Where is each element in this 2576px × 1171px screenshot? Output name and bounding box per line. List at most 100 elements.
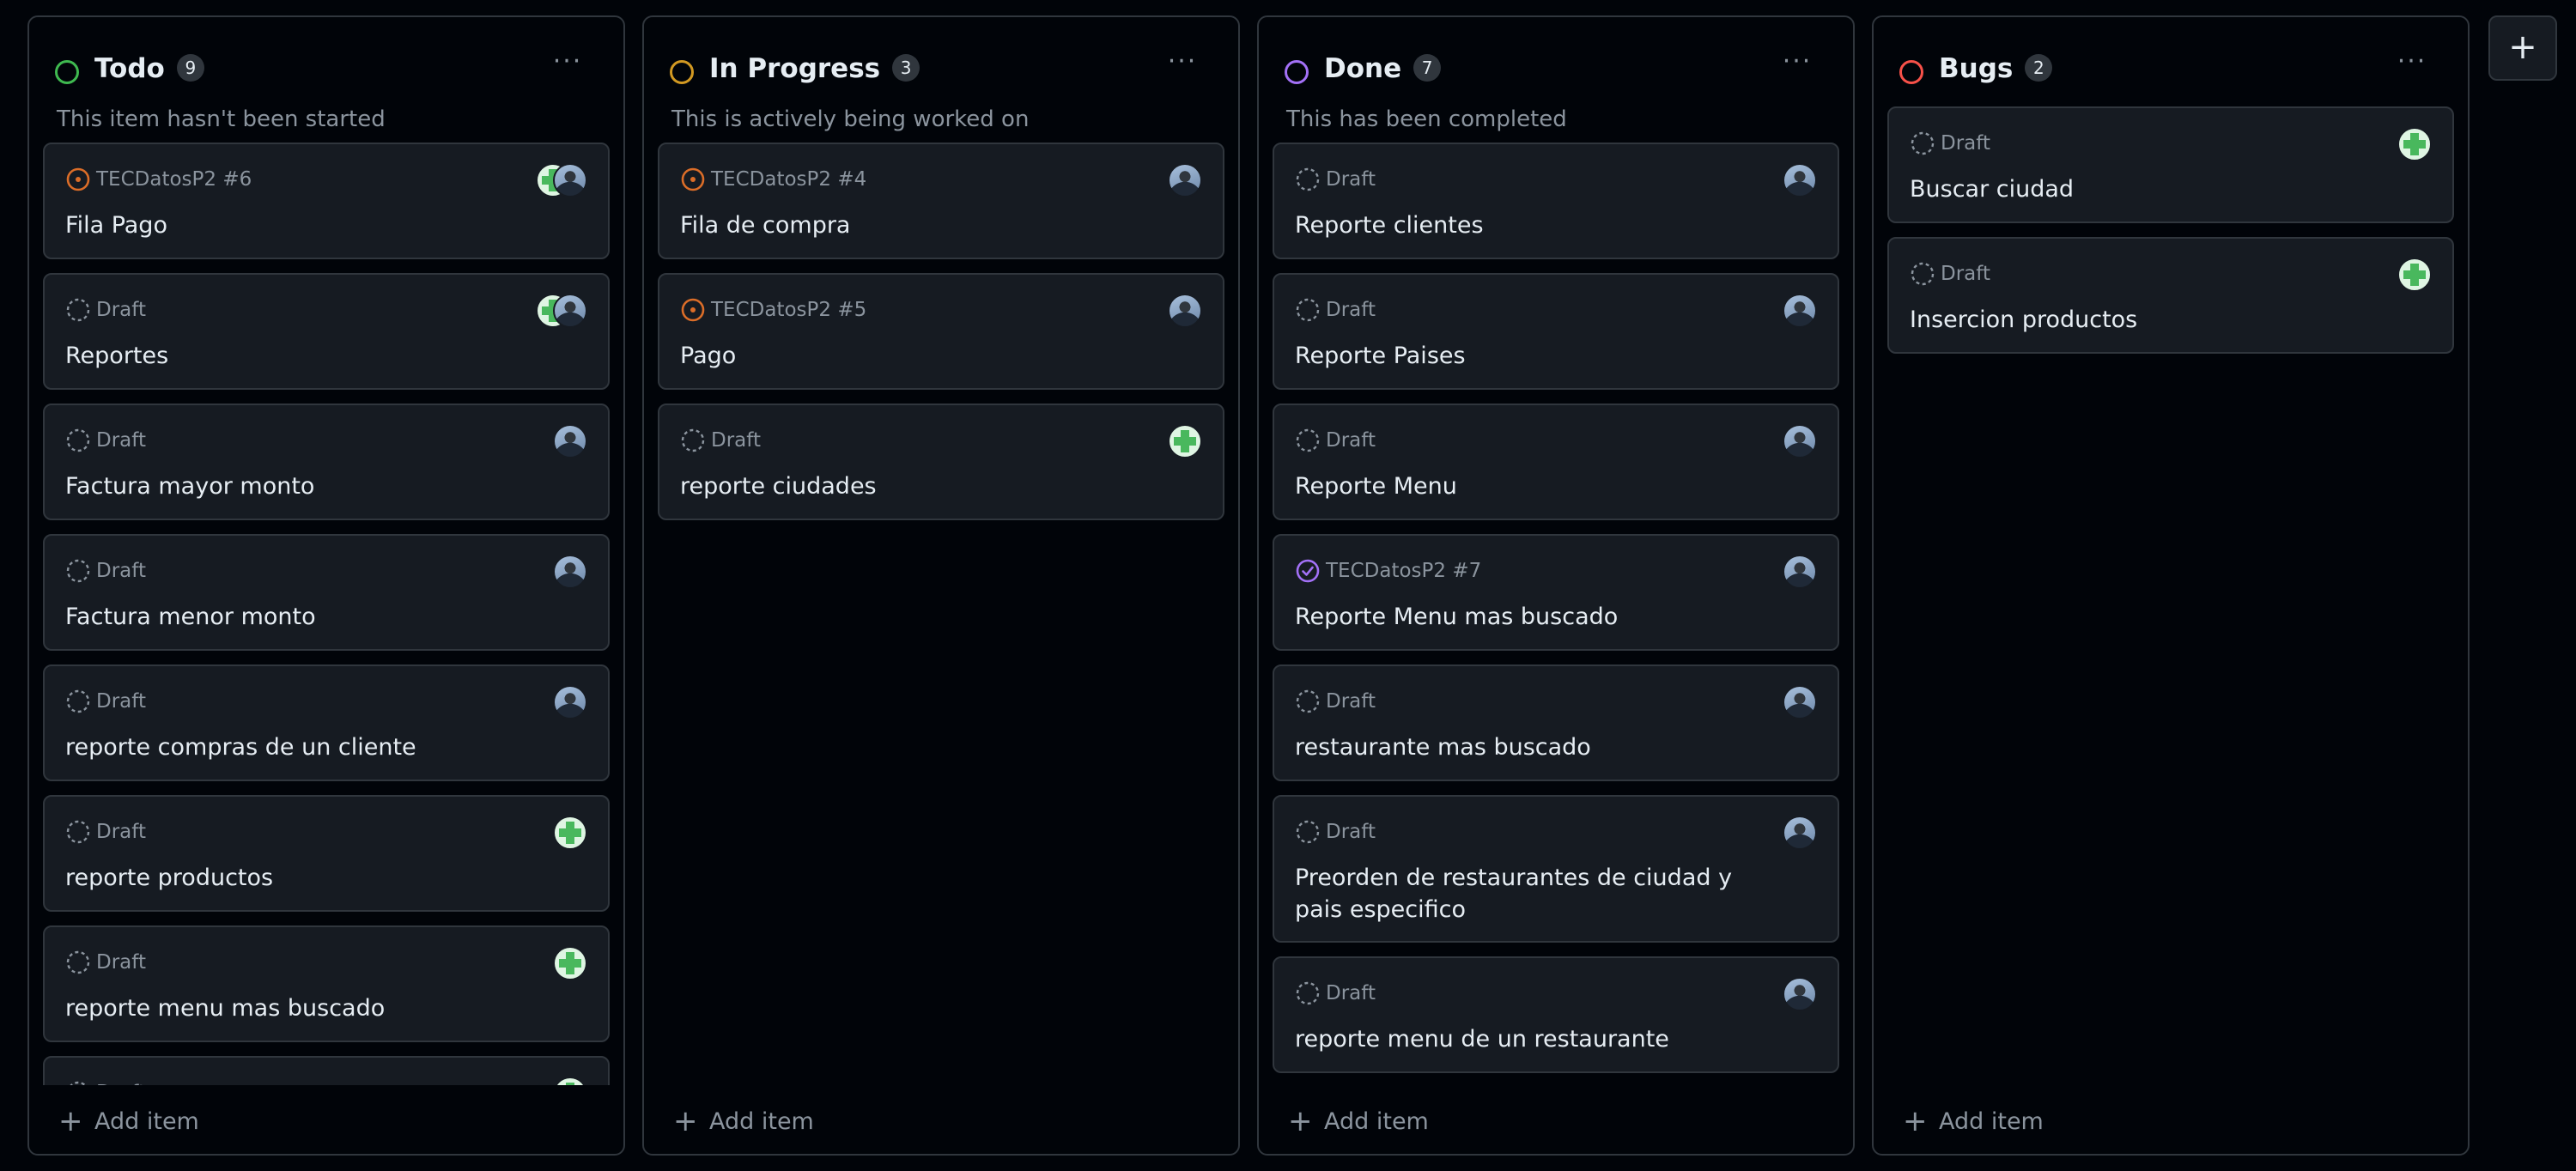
status-circle-icon — [670, 60, 694, 84]
assignees — [2397, 127, 2432, 161]
column-description: This has been completed — [1286, 106, 1567, 132]
project-card[interactable]: Draft Buscar ciudad — [1887, 106, 2454, 223]
column-header: Todo 9 ··· — [55, 41, 598, 110]
project-card[interactable]: Draft reporte productos — [43, 795, 610, 912]
assignees — [553, 424, 587, 458]
draft-icon — [1295, 167, 1321, 192]
draft-icon — [1295, 819, 1321, 845]
column-menu-icon[interactable]: ··· — [546, 49, 589, 84]
plus-icon: + — [673, 1104, 698, 1138]
card-title: Reporte Menu mas buscado — [1295, 604, 1619, 630]
add-item-button[interactable]: + Add item — [1903, 1102, 2044, 1140]
project-card[interactable]: Draft Insercion productos — [1887, 237, 2454, 354]
column-title: In Progress 3 — [709, 53, 920, 84]
card-title: Insercion productos — [1910, 306, 2138, 333]
column-count-badge: 3 — [892, 54, 920, 82]
avatar[interactable] — [1783, 163, 1817, 197]
card-meta: Draft — [1295, 819, 1376, 845]
card-title: reporte menu de un restaurante — [1295, 1026, 1669, 1053]
avatar[interactable] — [553, 555, 587, 589]
avatar-identicon[interactable] — [553, 946, 587, 980]
column-title: Bugs 2 — [1939, 53, 2053, 84]
avatar[interactable] — [1783, 685, 1817, 719]
card-meta: Draft — [65, 819, 146, 845]
draft-icon — [1295, 297, 1321, 323]
column-menu-icon[interactable]: ··· — [1161, 49, 1204, 84]
column-header: In Progress 3 ··· — [670, 41, 1212, 110]
avatar[interactable] — [1783, 816, 1817, 850]
card-list: TECDatosP2 #6 Fila Pago Draft Reportes Draft… — [43, 143, 610, 1085]
project-card[interactable]: Draft Reporte Menu — [1273, 403, 1839, 520]
card-meta: Draft — [1295, 689, 1376, 714]
column-menu-icon[interactable]: ··· — [2391, 49, 2433, 84]
avatar-identicon[interactable] — [553, 816, 587, 850]
draft-icon — [65, 1080, 91, 1085]
avatar[interactable] — [553, 424, 587, 458]
card-meta: Draft — [65, 689, 146, 714]
add-column-button[interactable]: + — [2488, 15, 2557, 81]
project-card[interactable]: Draft restaurante mas buscado — [1273, 664, 1839, 781]
avatar[interactable] — [1783, 977, 1817, 1011]
project-card[interactable]: Draft Reporte clientes — [1273, 143, 1839, 259]
project-card[interactable]: Draft reporte menu mas buscado — [43, 925, 610, 1042]
plus-icon: + — [58, 1104, 83, 1138]
assignees — [1783, 424, 1817, 458]
project-card[interactable]: Draft reporte compras de un cliente — [43, 664, 610, 781]
avatar[interactable] — [1168, 294, 1202, 328]
open-issue-icon — [680, 167, 706, 192]
project-card[interactable]: TECDatosP2 #4 Fila de compra — [658, 143, 1224, 259]
assignees — [1783, 163, 1817, 197]
project-card[interactable]: Draft Factura menor monto — [43, 534, 610, 651]
project-card[interactable]: Draft Factura mayor monto — [43, 403, 610, 520]
draft-icon — [65, 950, 91, 975]
avatar[interactable] — [553, 685, 587, 719]
avatar[interactable] — [553, 163, 587, 197]
column-header: Bugs 2 ··· — [1899, 41, 2442, 110]
card-meta: Draft — [65, 297, 146, 323]
avatar[interactable] — [1783, 294, 1817, 328]
assignees — [1783, 685, 1817, 719]
project-card[interactable]: TECDatosP2 #5 Pago — [658, 273, 1224, 390]
add-item-button[interactable]: + Add item — [1288, 1102, 1429, 1140]
draft-icon — [65, 428, 91, 453]
avatar-identicon[interactable] — [2397, 258, 2432, 292]
column-menu-icon[interactable]: ··· — [1776, 49, 1819, 84]
column-header: Done 7 ··· — [1285, 41, 1827, 110]
project-card[interactable]: Draft reporte ciudades — [658, 403, 1224, 520]
project-card[interactable]: TECDatosP2 #7 Reporte Menu mas buscado — [1273, 534, 1839, 651]
open-issue-icon — [680, 297, 706, 323]
column-title: Done 7 — [1324, 53, 1442, 84]
card-title: restaurante mas buscado — [1295, 734, 1591, 761]
card-meta: TECDatosP2 #4 — [680, 167, 866, 192]
card-meta: Draft — [680, 428, 761, 453]
avatar-identicon[interactable] — [2397, 127, 2432, 161]
card-title: reporte productos — [65, 865, 274, 891]
avatar-identicon[interactable] — [553, 1077, 587, 1085]
project-card[interactable]: Draft Reporte Paises — [1273, 273, 1839, 390]
avatar[interactable] — [1783, 424, 1817, 458]
add-item-button[interactable]: + Add item — [58, 1102, 199, 1140]
add-item-button[interactable]: + Add item — [673, 1102, 814, 1140]
column-in-progress: In Progress 3 ··· This is actively being … — [642, 15, 1240, 1156]
card-title: Reporte Paises — [1295, 343, 1466, 369]
assignees — [1168, 424, 1202, 458]
draft-icon — [65, 558, 91, 584]
assignees — [553, 555, 587, 589]
card-title: Factura mayor monto — [65, 473, 315, 500]
card-meta: Draft — [65, 558, 146, 584]
column-description: This is actively being worked on — [671, 106, 1030, 132]
card-title: Factura menor monto — [65, 604, 316, 630]
project-card[interactable]: Draft Preorden de restaurantes de ciudad … — [1273, 795, 1839, 943]
card-meta: Draft — [65, 950, 146, 975]
avatar[interactable] — [1783, 555, 1817, 589]
project-card[interactable]: Draft reporte menu de un restaurante — [1273, 956, 1839, 1073]
project-card[interactable]: Draft — [43, 1056, 610, 1085]
project-card[interactable]: TECDatosP2 #6 Fila Pago — [43, 143, 610, 259]
draft-icon — [65, 819, 91, 845]
assignees — [1783, 816, 1817, 850]
avatar-identicon[interactable] — [1168, 424, 1202, 458]
avatar[interactable] — [553, 294, 587, 328]
card-title: Fila Pago — [65, 212, 167, 239]
project-card[interactable]: Draft Reportes — [43, 273, 610, 390]
avatar[interactable] — [1168, 163, 1202, 197]
